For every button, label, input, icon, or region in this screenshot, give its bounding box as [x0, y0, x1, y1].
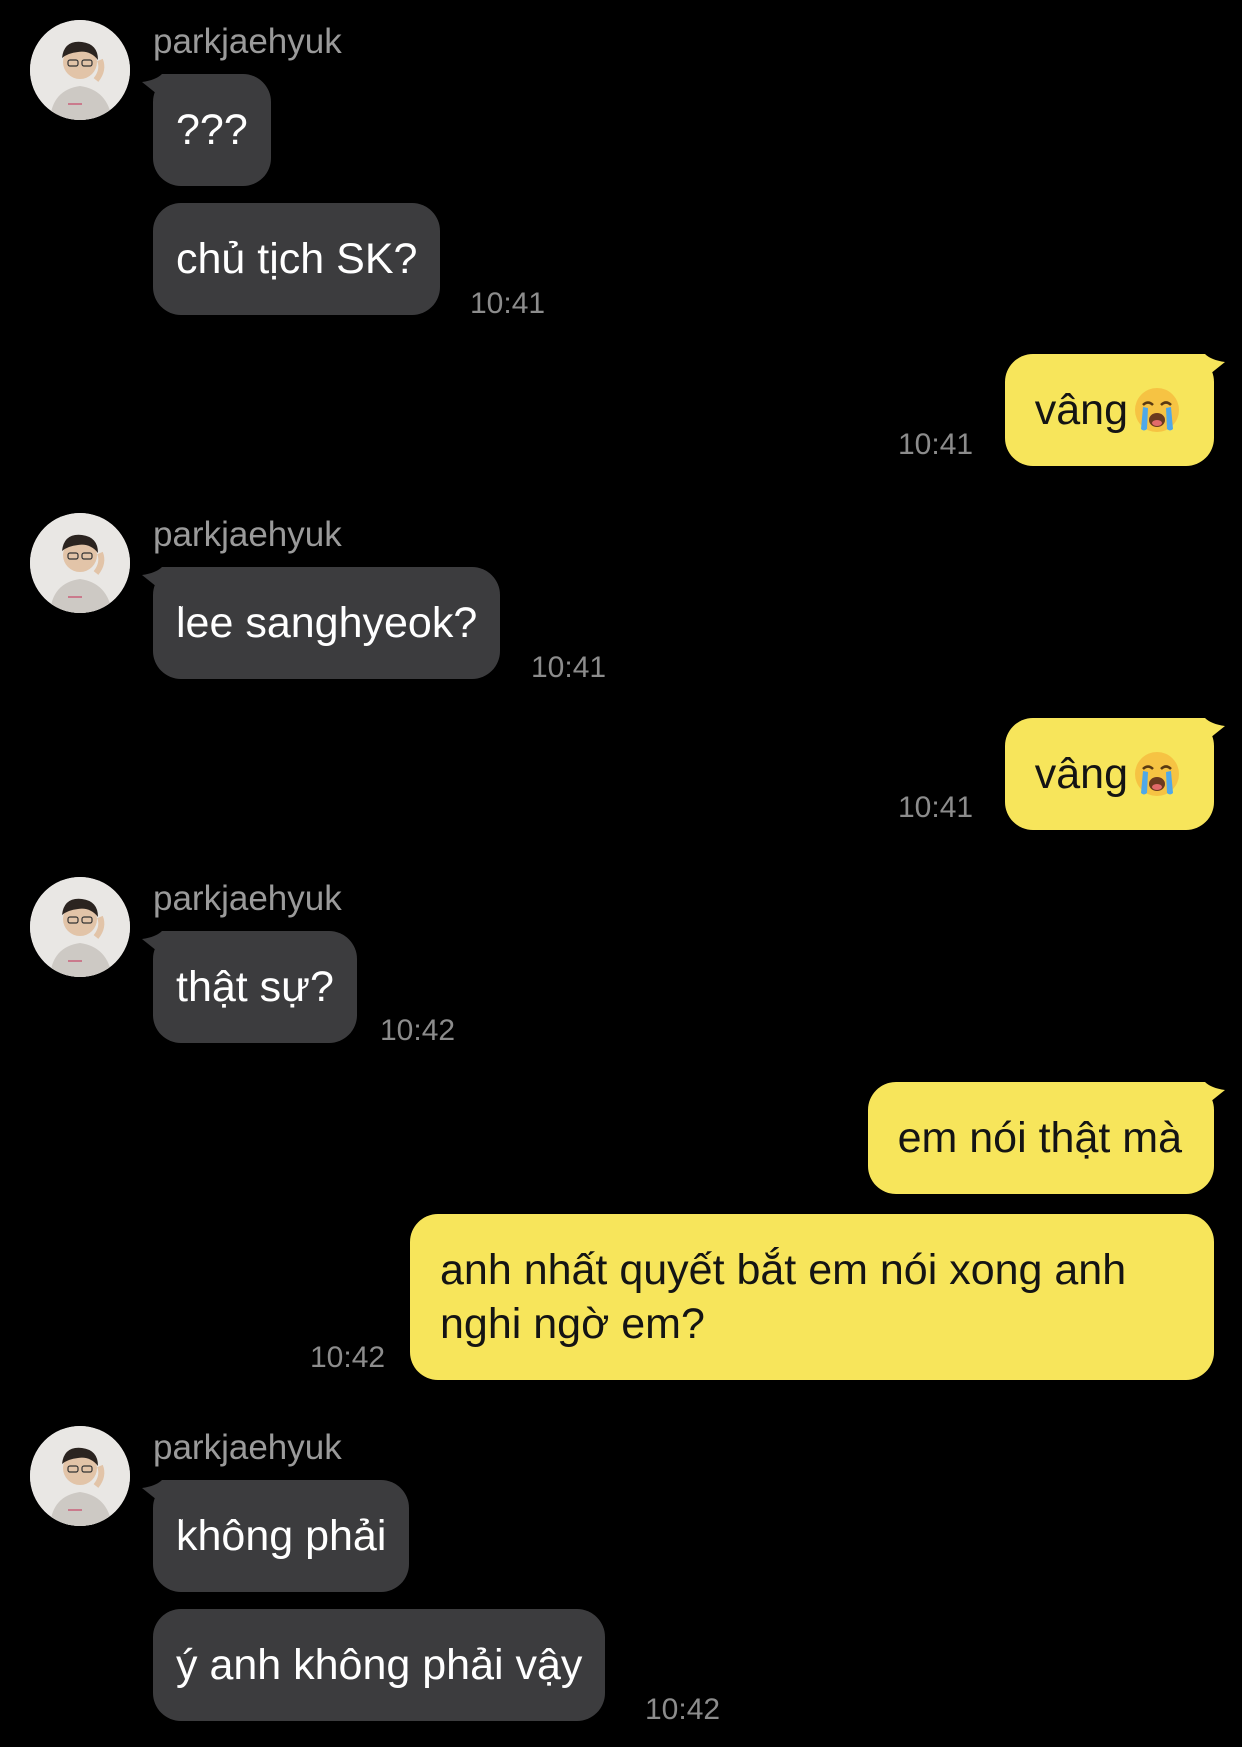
outgoing-message[interactable]: anh nhất quyết bắt em nói xong anh nghi …: [410, 1214, 1214, 1380]
message-text: vâng: [1034, 750, 1128, 798]
sender-avatar[interactable]: [30, 513, 130, 613]
sender-name: parkjaehyuk: [153, 1428, 342, 1467]
message-text: thật sự?: [176, 963, 334, 1011]
bubble-tail-icon: [142, 74, 182, 114]
sender-name: parkjaehyuk: [153, 879, 342, 918]
sender-avatar[interactable]: [30, 877, 130, 977]
incoming-message[interactable]: thật sự?: [142, 931, 357, 1043]
message-text: không phải: [176, 1512, 387, 1560]
incoming-message[interactable]: không phải: [142, 1480, 410, 1592]
message-timestamp: 10:41: [470, 287, 546, 320]
outgoing-message[interactable]: vâng: [1004, 354, 1225, 466]
message-timestamp: 10:41: [531, 651, 607, 684]
loudly-crying-face-icon: [1132, 749, 1182, 799]
message-text: ý anh không phải vậy: [176, 1641, 583, 1689]
profile-photo-icon: [30, 20, 130, 120]
sender-avatar[interactable]: [30, 1426, 130, 1526]
message-text: ???: [176, 106, 248, 154]
outgoing-message[interactable]: vâng: [1004, 718, 1225, 830]
message-text: chủ tịch SK?: [176, 235, 418, 283]
message-text: vâng: [1034, 386, 1128, 434]
message-text: em nói thật mà: [897, 1114, 1182, 1162]
profile-photo-icon: [30, 877, 130, 977]
sender-name: parkjaehyuk: [153, 22, 342, 61]
message-timestamp: 10:41: [898, 428, 974, 461]
chat-view: parkjaehyuk ??? chủ tịch SK? 10:41 vâng …: [0, 0, 1242, 1747]
bubble-tail-icon: [1185, 354, 1225, 394]
message-timestamp: 10:41: [898, 791, 974, 824]
message-timestamp: 10:42: [645, 1693, 721, 1726]
sender-avatar[interactable]: [30, 20, 130, 120]
message-text: anh nhất quyết bắt em nói xong anh nghi …: [440, 1246, 1127, 1348]
incoming-message[interactable]: chủ tịch SK?: [153, 203, 441, 315]
bubble-tail-icon: [142, 931, 182, 971]
bubble-tail-icon: [1185, 1082, 1225, 1122]
incoming-message[interactable]: ý anh không phải vậy: [153, 1609, 606, 1721]
loudly-crying-face-icon: [1132, 385, 1182, 435]
incoming-message[interactable]: ???: [142, 74, 271, 186]
profile-photo-icon: [30, 1426, 130, 1526]
message-timestamp: 10:42: [380, 1014, 456, 1047]
outgoing-message[interactable]: em nói thật mà: [867, 1082, 1225, 1194]
profile-photo-icon: [30, 513, 130, 613]
bubble-tail-icon: [142, 567, 182, 607]
sender-name: parkjaehyuk: [153, 515, 342, 554]
bubble-tail-icon: [1185, 718, 1225, 758]
message-text: lee sanghyeok?: [176, 599, 478, 647]
incoming-message[interactable]: lee sanghyeok?: [142, 567, 501, 679]
message-timestamp: 10:42: [310, 1341, 386, 1374]
bubble-tail-icon: [142, 1480, 182, 1520]
